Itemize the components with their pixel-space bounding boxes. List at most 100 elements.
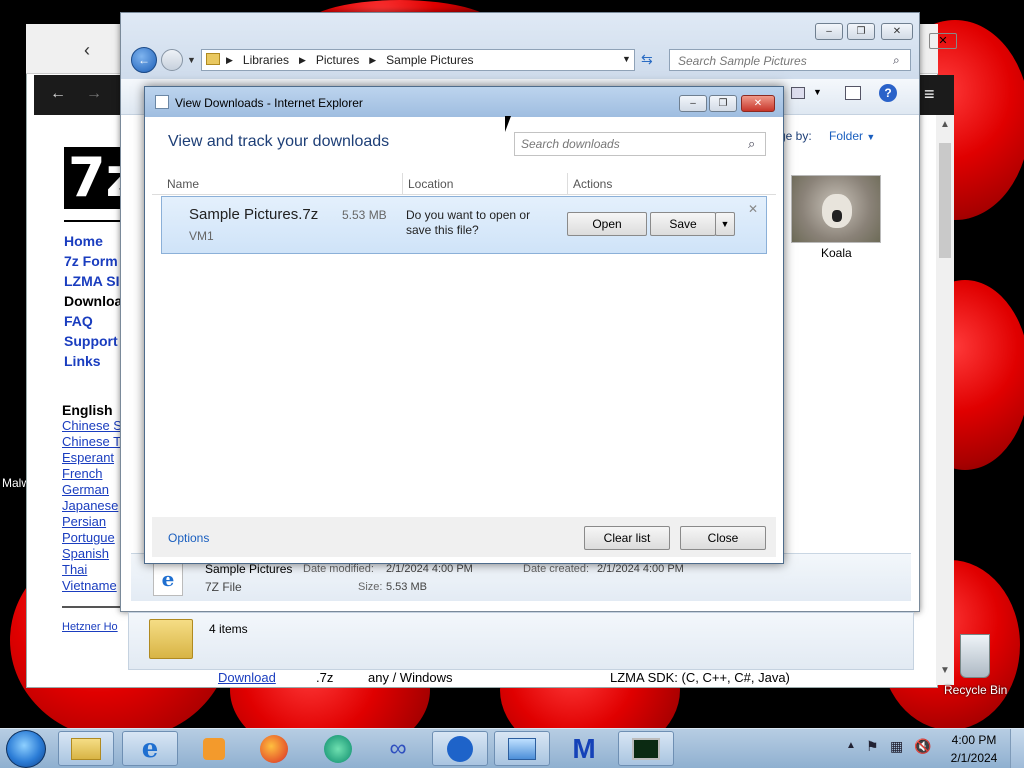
nav-link-7z-format[interactable]: 7z Form xyxy=(64,253,118,269)
chevron-down-icon[interactable]: ▼ xyxy=(622,54,631,64)
nav-link-links[interactable]: Links xyxy=(64,353,101,369)
taskbar-ie-icon[interactable]: e xyxy=(122,731,178,766)
lang-link[interactable]: Chinese T xyxy=(62,434,121,449)
taskbar-app-icon[interactable] xyxy=(310,731,366,766)
scroll-down-icon[interactable]: ▼ xyxy=(940,665,950,676)
chevron-down-icon: ▼ xyxy=(866,132,876,142)
folder-icon xyxy=(149,619,193,659)
lang-link[interactable]: Vietname xyxy=(62,578,117,593)
taskbar-malwarebytes-icon[interactable] xyxy=(432,731,488,766)
clock-date[interactable]: 2/1/2024 xyxy=(948,751,1000,765)
malwarebytes-icon xyxy=(447,735,473,762)
breadcrumb-libraries[interactable]: Libraries xyxy=(243,53,289,67)
view-icon[interactable] xyxy=(791,87,805,99)
column-header-actions[interactable]: Actions xyxy=(573,177,612,191)
forward-arrow-icon[interactable]: → xyxy=(86,85,102,103)
close-icon[interactable]: ✕ xyxy=(741,95,775,112)
thumbnail-label[interactable]: Koala xyxy=(821,246,852,260)
explorer-search-input[interactable]: Search Sample Pictures xyxy=(669,49,911,71)
search-icon[interactable]: ⌕ xyxy=(748,136,755,152)
browser-scrollbar[interactable]: ▲ ▼ xyxy=(936,115,954,685)
options-link[interactable]: Options xyxy=(168,531,209,545)
breadcrumb-pictures[interactable]: Pictures xyxy=(316,53,359,67)
refresh-icon[interactable]: ⇆ xyxy=(641,51,653,68)
save-options-chevron-icon[interactable]: ▼ xyxy=(715,212,735,236)
nav-link-support[interactable]: Support xyxy=(64,333,118,349)
task-manager-icon xyxy=(632,737,660,760)
column-header-name[interactable]: Name xyxy=(167,177,199,191)
divider xyxy=(64,220,124,222)
lang-link[interactable]: Spanish xyxy=(62,546,109,561)
download-link[interactable]: Download xyxy=(218,670,276,685)
show-hidden-icons-icon[interactable]: ▲ xyxy=(846,740,856,751)
lang-link[interactable]: Esperant xyxy=(62,450,114,465)
arrange-by-dropdown[interactable]: Folder ▼ xyxy=(829,129,875,143)
close-icon[interactable]: ✕ xyxy=(748,202,758,216)
chevron-down-icon[interactable]: ▼ xyxy=(813,87,822,97)
lang-link[interactable]: Portugue xyxy=(62,530,115,545)
taskbar-control-panel-icon[interactable] xyxy=(494,731,550,766)
menu-icon[interactable]: ≡ xyxy=(924,84,935,105)
taskbar-media-player-icon[interactable] xyxy=(186,731,242,766)
minimize-icon[interactable]: – xyxy=(815,23,843,40)
breadcrumb-sample-pictures[interactable]: Sample Pictures xyxy=(386,53,473,67)
status-pane: 4 items xyxy=(128,612,914,670)
nav-link-lzma-sdk[interactable]: LZMA SI xyxy=(64,273,119,289)
address-bar[interactable]: ▶ Libraries ▶ Pictures ▶ Sample Pictures… xyxy=(201,49,635,71)
show-desktop-button[interactable] xyxy=(1010,729,1024,768)
search-icon[interactable]: ⌕ xyxy=(893,53,900,68)
close-button[interactable]: Close xyxy=(680,526,766,550)
recycle-bin-label[interactable]: Recycle Bin xyxy=(944,683,1007,697)
download-source: VM1 xyxy=(189,229,214,243)
column-header-location[interactable]: Location xyxy=(408,177,453,191)
forward-arrow-icon[interactable] xyxy=(161,49,183,71)
lang-link[interactable]: Persian xyxy=(62,514,106,529)
lang-link[interactable]: French xyxy=(62,466,102,481)
history-dropdown-icon[interactable]: ▼ xyxy=(187,55,196,65)
volume-muted-icon[interactable]: 🔇 xyxy=(914,738,931,755)
breadcrumb-separator-icon: ▶ xyxy=(298,54,306,65)
network-icon[interactable]: ▦ xyxy=(890,738,903,755)
maximize-icon[interactable]: ❐ xyxy=(847,23,875,40)
back-arrow-icon[interactable]: ‹ xyxy=(84,40,90,61)
nav-link-home[interactable]: Home xyxy=(64,233,103,249)
taskbar-firefox-icon[interactable] xyxy=(246,731,302,766)
taskbar-explorer-icon[interactable] xyxy=(58,731,114,766)
nav-link-download[interactable]: Downloa xyxy=(64,293,122,309)
close-icon[interactable]: ✕ xyxy=(929,33,957,49)
save-button[interactable]: Save xyxy=(650,212,716,236)
site-logo: 7z xyxy=(64,147,124,209)
hosting-link[interactable]: Hetzner Ho xyxy=(62,621,118,633)
help-icon[interactable]: ? xyxy=(879,84,897,102)
column-header-row: Name Location Actions xyxy=(152,173,776,195)
start-button[interactable] xyxy=(6,730,46,768)
taskbar-task-manager-icon[interactable] xyxy=(618,731,674,766)
nav-link-faq[interactable]: FAQ xyxy=(64,313,93,329)
folder-icon xyxy=(71,737,101,760)
action-center-flag-icon[interactable]: ⚑ xyxy=(866,738,879,755)
downloads-icon xyxy=(155,95,169,109)
lang-link[interactable]: German xyxy=(62,482,109,497)
preview-pane-icon[interactable] xyxy=(845,86,861,100)
lang-link[interactable]: Thai xyxy=(62,562,87,577)
maximize-icon[interactable]: ❐ xyxy=(709,95,737,112)
control-panel-icon xyxy=(508,737,536,760)
lang-link[interactable]: Chinese S xyxy=(62,418,122,433)
taskbar-infinity-icon[interactable]: ∞ xyxy=(370,731,426,766)
back-arrow-icon[interactable]: ← xyxy=(131,47,157,73)
recycle-bin-icon[interactable] xyxy=(960,634,990,678)
open-button[interactable]: Open xyxy=(567,212,647,236)
taskbar-malwarebytes-m-icon[interactable]: M xyxy=(556,731,612,766)
dialog-heading: View and track your downloads xyxy=(168,133,390,150)
close-icon[interactable]: ✕ xyxy=(881,23,913,40)
downloads-search-input[interactable]: Search downloads xyxy=(514,132,766,156)
clear-list-button[interactable]: Clear list xyxy=(584,526,670,550)
download-item-row[interactable]: Sample Pictures.7z 5.53 MB VM1 Do you wa… xyxy=(161,196,767,254)
scroll-up-icon[interactable]: ▲ xyxy=(940,119,950,130)
scrollbar-thumb[interactable] xyxy=(939,143,951,258)
lang-link[interactable]: Japanese xyxy=(62,498,118,513)
clock-time[interactable]: 4:00 PM xyxy=(950,733,998,747)
minimize-icon[interactable]: – xyxy=(679,95,707,112)
koala-thumbnail[interactable] xyxy=(791,175,881,243)
back-arrow-icon[interactable]: ← xyxy=(50,85,66,103)
